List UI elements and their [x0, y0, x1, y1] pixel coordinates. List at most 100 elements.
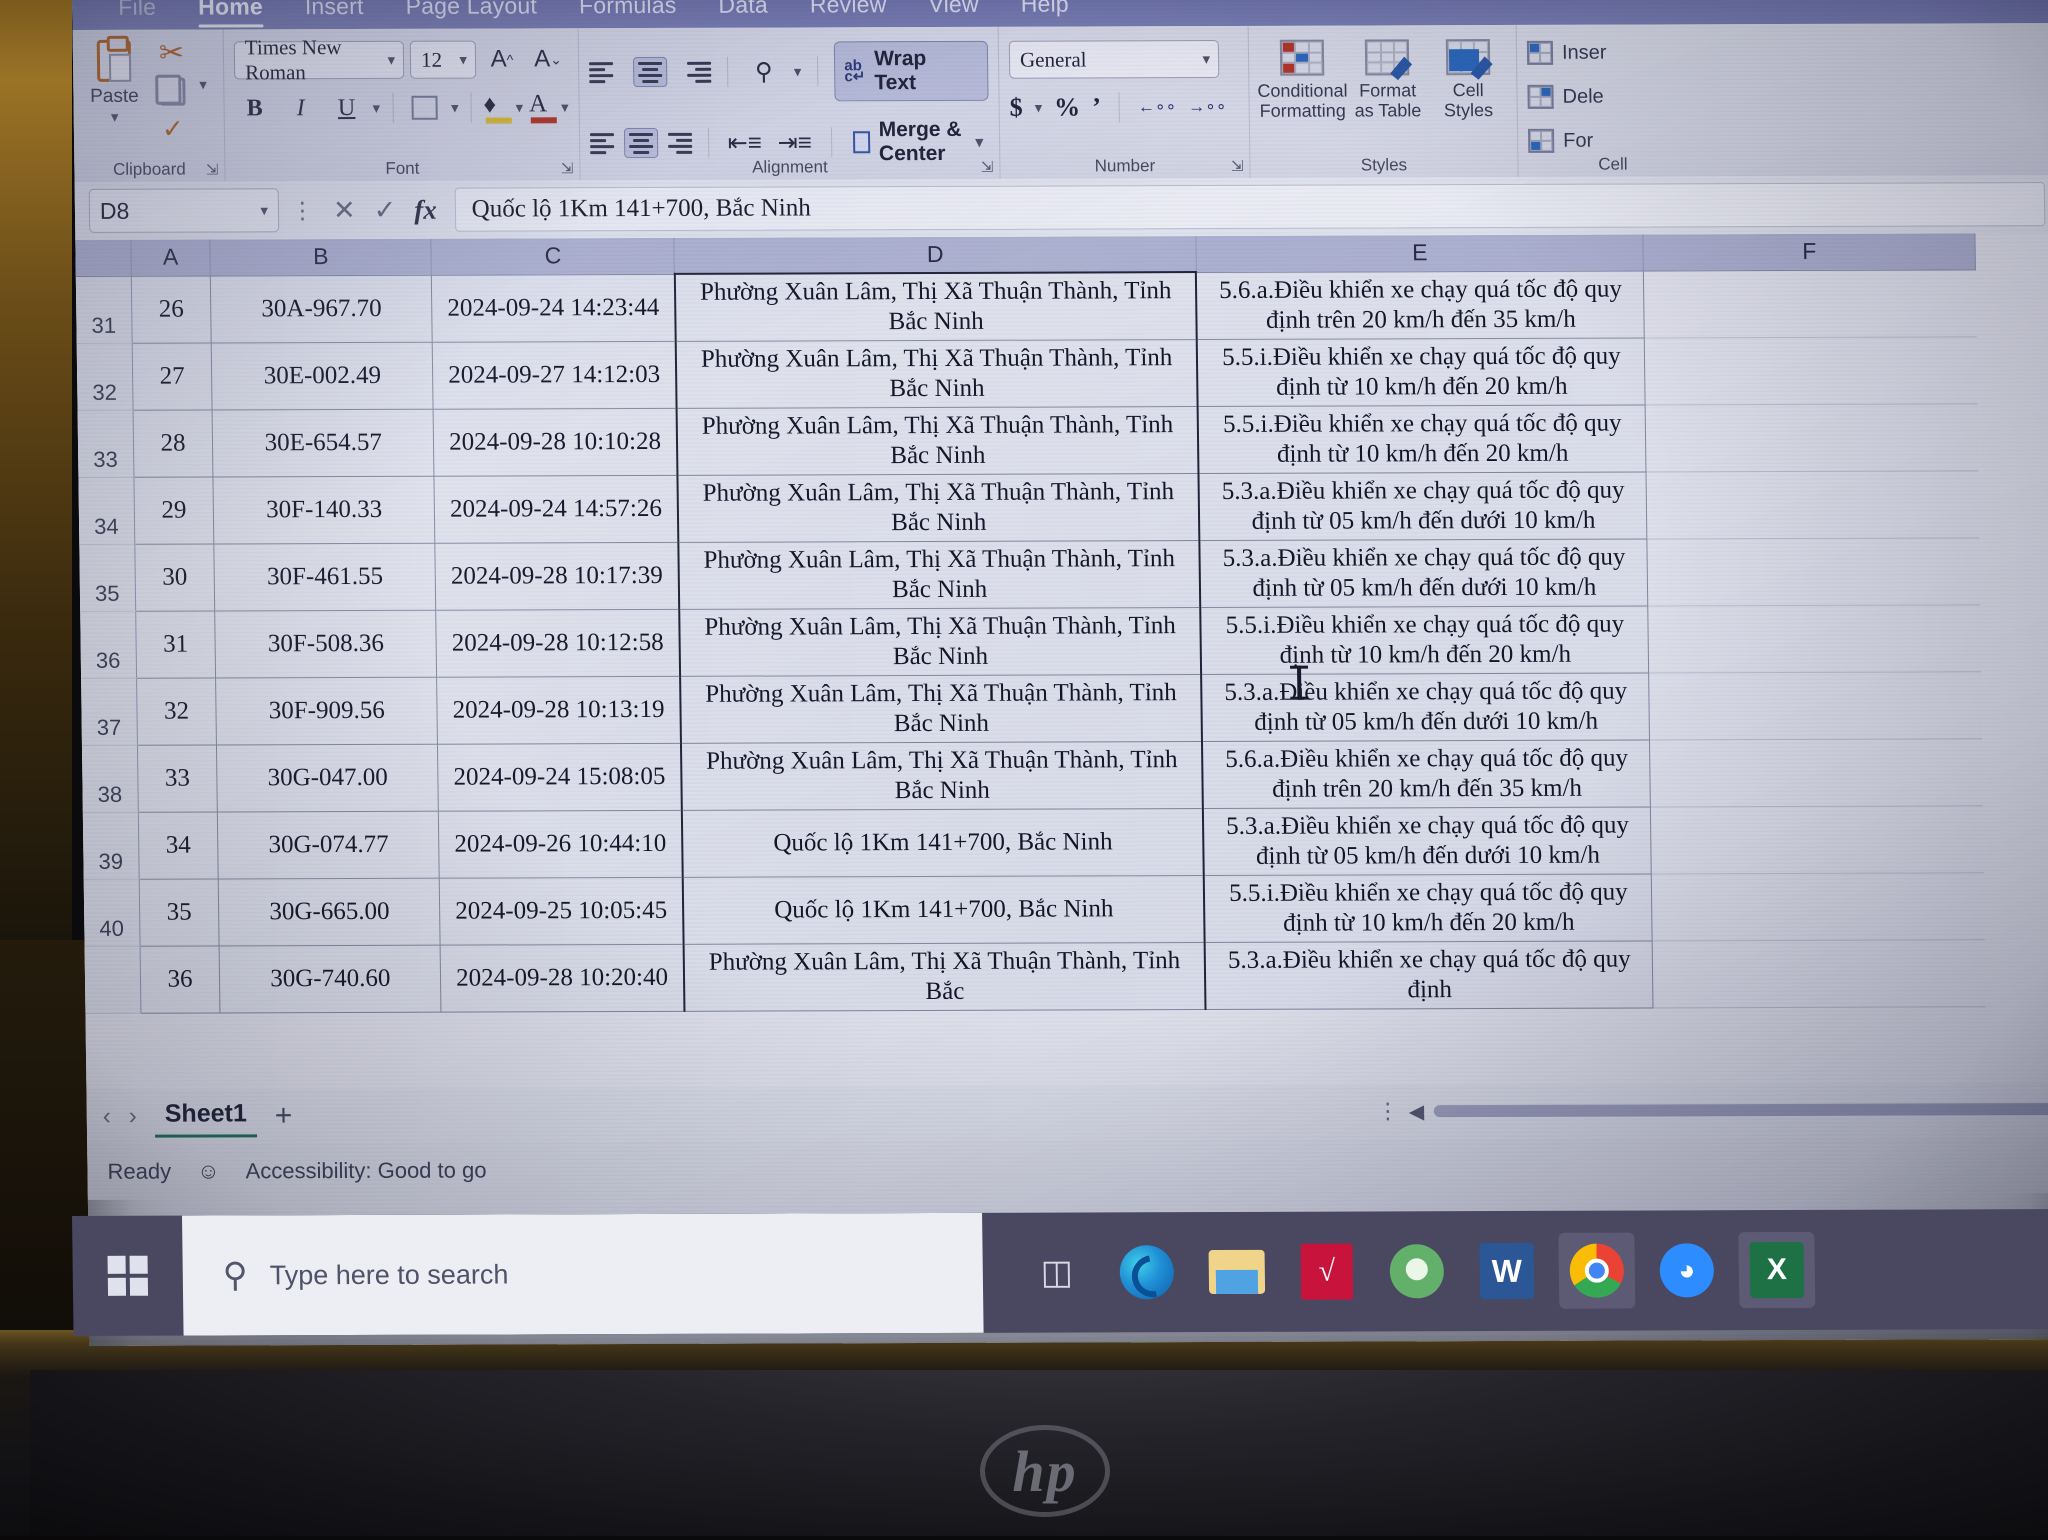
row-header[interactable]: 31 [76, 276, 132, 344]
cancel-icon[interactable]: ✕ [333, 195, 356, 226]
number-format-select[interactable]: General ▾ [1009, 40, 1220, 79]
font-color-dropdown-icon[interactable]: ▾ [561, 98, 569, 116]
green-app-icon[interactable] [1378, 1233, 1455, 1309]
cell-F[interactable] [1648, 605, 1980, 673]
cell-B[interactable]: 30F-508.36 [215, 610, 437, 678]
cell-A[interactable]: 30 [135, 544, 215, 611]
tab-file[interactable]: File [100, 0, 174, 26]
cell-F[interactable] [1647, 538, 1979, 606]
copy-icon[interactable] [159, 78, 185, 106]
fill-color-icon[interactable]: ♦ [483, 90, 510, 124]
cell-C[interactable]: 2024-09-26 10:44:10 [439, 810, 683, 878]
row-header[interactable]: 36 [80, 611, 136, 678]
cell-A[interactable]: 27 [132, 343, 212, 410]
tab-insert[interactable]: Insert [287, 0, 382, 26]
cell-E[interactable]: 5.5.i.Điều khiển xe chạy quá tốc độ quy … [1197, 338, 1645, 407]
insert-function-icon[interactable]: fx [414, 194, 437, 225]
excel-icon[interactable]: X [1738, 1232, 1815, 1308]
cell-A[interactable]: 31 [135, 611, 215, 678]
wrap-text-button[interactable]: abc↵ Wrap Text [834, 41, 989, 102]
cell-B[interactable]: 30G-047.00 [217, 744, 439, 812]
cell-B[interactable]: 30E-654.57 [212, 409, 434, 477]
table-row[interactable]: 363130F-508.362024-09-28 10:12:58Phường … [80, 605, 1980, 679]
grow-font-button[interactable]: A^ [482, 40, 522, 78]
cell-D[interactable]: Phường Xuân Lâm, Thị Xã Thuận Thành, Tỉn… [681, 742, 1203, 811]
row-header[interactable] [85, 946, 141, 1013]
table-row[interactable]: 342930F-140.332024-09-24 14:57:26Phường … [78, 471, 1978, 545]
row-header[interactable]: 35 [79, 544, 135, 611]
scroll-left-icon[interactable]: ◀ [1409, 1099, 1425, 1124]
cell-D[interactable]: Phường Xuân Lâm, Thị Xã Thuận Thành, Tỉn… [677, 474, 1199, 543]
table-row[interactable]: 393430G-074.772024-09-26 10:44:10Quốc lộ… [83, 806, 1983, 880]
add-sheet-button[interactable]: + [275, 1099, 293, 1133]
cell-E[interactable]: 5.5.i.Điều khiển xe chạy quá tốc độ quy … [1201, 606, 1649, 675]
chevron-down-icon[interactable]: ▾ [260, 201, 268, 219]
chevron-down-icon[interactable]: ▾ [459, 50, 467, 69]
align-middle-icon[interactable] [633, 57, 667, 87]
cell-D[interactable]: Quốc lộ 1Km 141+700, Bắc Ninh [682, 809, 1204, 878]
edge-icon[interactable] [1108, 1234, 1185, 1310]
format-painter-icon[interactable]: ✓ [162, 114, 184, 145]
table-row[interactable]: 373230F-909.562024-09-28 10:13:19Phường … [81, 672, 1981, 746]
cell-F[interactable] [1645, 337, 1977, 405]
fill-color-dropdown-icon[interactable]: ▾ [515, 98, 523, 116]
underline-dropdown-icon[interactable]: ▾ [373, 99, 381, 117]
format-as-table-button[interactable]: Format as Table [1349, 39, 1427, 120]
row-header[interactable]: 38 [82, 745, 138, 812]
cell-E[interactable]: 5.3.a.Điều khiển xe chạy quá tốc độ quy … [1202, 673, 1650, 742]
column-header-b[interactable]: B [210, 239, 431, 276]
cell-F[interactable] [1651, 806, 1983, 874]
accessibility-status[interactable]: Accessibility: Good to go [245, 1158, 486, 1185]
table-row[interactable]: 312630A-967.702024-09-24 14:23:44Phường … [76, 269, 1976, 343]
column-header-a[interactable]: A [131, 240, 211, 276]
cell-A[interactable]: 35 [139, 879, 219, 946]
cell-F[interactable] [1650, 739, 1982, 807]
scroll-overflow-icon[interactable]: ⋮ [1377, 1098, 1399, 1124]
font-dialog-launcher[interactable]: ⇲ [561, 159, 574, 177]
cell-B[interactable]: 30F-461.55 [214, 543, 436, 611]
decrease-decimal-icon[interactable]: →∘∘ [1188, 97, 1227, 117]
file-explorer-icon[interactable] [1198, 1234, 1275, 1310]
check-icon[interactable]: ✓ [373, 194, 396, 225]
cell-B[interactable]: 30F-140.33 [213, 476, 435, 544]
cell-C[interactable]: 2024-09-28 10:20:40 [440, 944, 684, 1012]
horizontal-scrollbar-thumb[interactable] [1434, 1103, 2048, 1117]
cell-C[interactable]: 2024-09-28 10:17:39 [435, 542, 679, 610]
cell-A[interactable]: 36 [140, 946, 220, 1013]
cell-B[interactable]: 30G-074.77 [218, 811, 440, 879]
cell-E[interactable]: 5.3.a.Điều khiển xe chạy quá tốc độ quy … [1199, 472, 1647, 541]
shrink-font-button[interactable]: A⌄ [528, 40, 568, 78]
alignment-dialog-launcher[interactable]: ⇲ [981, 158, 994, 176]
word-icon[interactable]: W [1468, 1233, 1545, 1309]
cell-E[interactable]: 5.6.a.Điều khiển xe chạy quá tốc độ quy … [1196, 271, 1644, 340]
font-size-input[interactable]: 12 ▾ [410, 41, 476, 79]
cell-F[interactable] [1652, 873, 1984, 941]
accounting-dropdown-icon[interactable]: ▾ [1035, 99, 1043, 117]
align-left-icon[interactable] [590, 128, 614, 158]
cell-C[interactable]: 2024-09-28 10:13:19 [437, 676, 681, 744]
cell-B[interactable]: 30E-002.49 [211, 342, 433, 410]
select-all-corner[interactable] [75, 240, 131, 276]
number-dialog-launcher[interactable]: ⇲ [1231, 157, 1244, 175]
cell-A[interactable]: 29 [134, 477, 214, 544]
cell-F[interactable] [1646, 471, 1978, 539]
row-header[interactable]: 34 [78, 477, 134, 544]
cell-E[interactable]: 5.6.a.Điều khiển xe chạy quá tốc độ quy … [1202, 740, 1650, 809]
copy-dropdown-icon[interactable]: ▾ [199, 76, 207, 94]
row-header[interactable]: 32 [77, 343, 133, 410]
tab-page-layout[interactable]: Page Layout [387, 0, 555, 25]
align-right-icon[interactable] [668, 128, 692, 158]
vnedoc-icon[interactable]: √ [1288, 1233, 1365, 1309]
row-header[interactable]: 40 [84, 879, 140, 946]
font-color-icon[interactable]: A [529, 90, 556, 124]
cell-C[interactable]: 2024-09-27 14:12:03 [432, 341, 676, 409]
cell-F[interactable] [1653, 940, 1985, 1008]
cell-A[interactable]: 32 [136, 678, 216, 745]
cell-E[interactable]: 5.3.a.Điều khiển xe chạy quá tốc độ quy … [1205, 941, 1653, 1010]
scissors-icon[interactable]: ✂ [159, 40, 185, 70]
cell-D[interactable]: Phường Xuân Lâm, Thị Xã Thuận Thành, Tỉn… [676, 407, 1198, 476]
chevron-right-icon[interactable]: › [129, 1103, 137, 1131]
chevron-down-icon[interactable]: ▾ [111, 108, 119, 126]
cell-D[interactable]: Phường Xuân Lâm, Thị Xã Thuận Thành, Tỉn… [675, 272, 1197, 341]
cell-B[interactable]: 30A-967.70 [211, 275, 433, 343]
